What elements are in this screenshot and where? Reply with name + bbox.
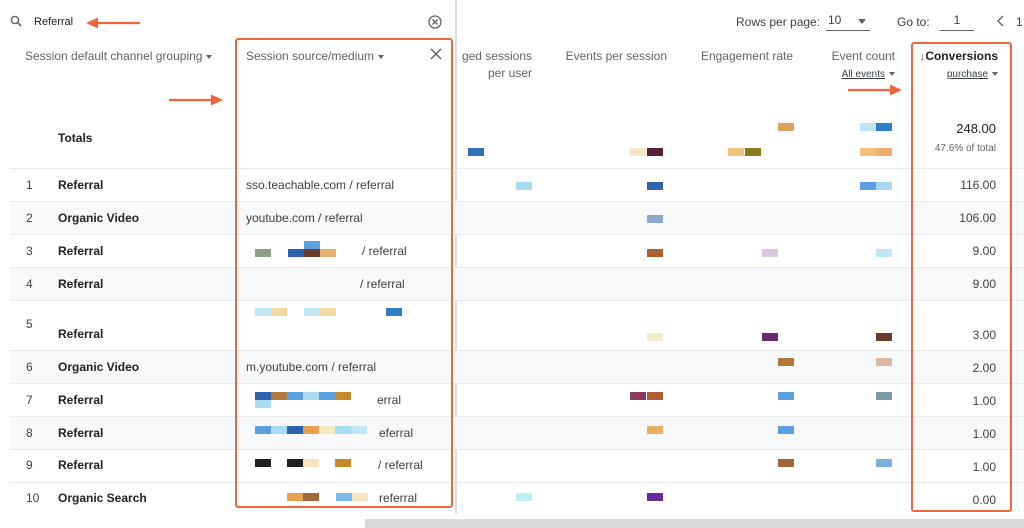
arrow-icon (86, 17, 140, 29)
chevron-down-icon (858, 19, 866, 24)
pixel (647, 333, 663, 341)
rows-per-page-value: 10 (828, 13, 842, 27)
header-engaged-line1: ged sessions (461, 49, 532, 63)
pixel (876, 123, 892, 131)
row-channel: Referral (58, 244, 104, 258)
totals-label: Totals (58, 131, 93, 145)
row-rank: 1 (26, 178, 33, 192)
header-event-count[interactable]: Event count All events (810, 48, 895, 83)
search-input[interactable]: Referral (34, 16, 73, 28)
pixel (762, 333, 778, 341)
row-channel: Referral (58, 178, 104, 192)
chevron-left-icon[interactable] (996, 14, 1006, 28)
pixel (630, 392, 646, 400)
pixel (468, 148, 484, 156)
pixel (647, 392, 663, 400)
rows-per-page-select[interactable]: 10 (826, 13, 870, 31)
page-number: 1 (1016, 15, 1023, 29)
row-channel: Referral (58, 327, 104, 341)
annotation-box-conversions (911, 42, 1012, 512)
arrow-icon (169, 94, 223, 106)
table-row[interactable]: 5 Referral 3.00 (10, 300, 1024, 350)
search-icon (10, 15, 22, 27)
pixel (647, 493, 663, 501)
pixel (630, 148, 646, 156)
pixel (778, 459, 794, 467)
pixel (778, 426, 794, 434)
table-row[interactable]: 2 Organic Video youtube.com / referral 1… (10, 201, 1024, 234)
horizontal-scrollbar[interactable] (365, 519, 1024, 528)
rows-per-page-label: Rows per page: (736, 15, 821, 29)
pixel (876, 249, 892, 257)
pixel (876, 392, 892, 400)
pixel (745, 148, 761, 156)
pixel (876, 333, 892, 341)
row-channel: Referral (58, 426, 104, 440)
pixel (647, 426, 663, 434)
pixel (647, 215, 663, 223)
row-channel: Referral (58, 277, 104, 291)
chevron-down-icon (889, 71, 895, 76)
table-row[interactable]: 3 Referral / referral 9.00 (10, 234, 1024, 267)
pixel (516, 182, 532, 190)
row-rank: 7 (26, 393, 33, 407)
row-rank: 2 (26, 211, 33, 225)
row-channel: Organic Video (58, 360, 140, 374)
row-rank: 9 (26, 458, 33, 472)
pixel (860, 182, 876, 190)
table-row[interactable]: 8 Referral eferral 1.00 (10, 416, 1024, 449)
pixel (647, 148, 663, 156)
row-rank: 8 (26, 426, 33, 440)
row-rank: 5 (26, 317, 33, 331)
pixel (778, 123, 794, 131)
pixel (876, 358, 892, 366)
table-row[interactable]: 4 Referral / referral 9.00 (10, 267, 1024, 300)
pixel (876, 459, 892, 467)
row-rank: 4 (26, 277, 33, 291)
pixel (647, 182, 663, 190)
goto-label: Go to: (897, 15, 930, 29)
pixel (762, 249, 778, 257)
clear-icon[interactable] (428, 15, 442, 29)
table-row[interactable]: 7 Referral erral 1.00 (10, 383, 1024, 416)
chevron-down-icon (206, 54, 213, 59)
event-count-filter[interactable]: All events (842, 69, 885, 80)
header-engaged-sessions[interactable]: ged sessions per user (440, 48, 532, 82)
arrow-icon (848, 84, 902, 96)
header-channel[interactable]: Session default channel grouping (25, 48, 213, 65)
header-event-count-label: Event count (831, 49, 895, 63)
row-rank: 3 (26, 244, 33, 258)
pixel (860, 123, 876, 131)
header-engaged-line2: per user (487, 66, 532, 80)
table-row[interactable]: 9 Referral / referral 1.00 (10, 449, 1024, 482)
pixel (778, 392, 794, 400)
table-toolbar: Referral Rows per page: 10 Go to: 1 1 (0, 0, 1024, 40)
header-events-per-session[interactable]: Events per session (550, 48, 667, 65)
row-channel: Referral (58, 458, 104, 472)
header-channel-label: Session default channel grouping (25, 49, 203, 63)
goto-page-input[interactable]: 1 (940, 13, 974, 31)
row-rank: 10 (26, 491, 40, 505)
pixel (876, 182, 892, 190)
row-channel: Referral (58, 393, 104, 407)
annotation-box-source (235, 38, 453, 508)
pixel (778, 358, 794, 366)
header-engagement-rate[interactable]: Engagement rate (684, 48, 793, 65)
pixel (876, 148, 892, 156)
row-channel: Organic Search (58, 491, 147, 505)
pixel (647, 249, 663, 257)
pixel (516, 493, 532, 501)
pixel (728, 148, 744, 156)
row-channel: Organic Video (58, 211, 140, 225)
table-row[interactable]: 6 Organic Video m.youtube.com / referral… (10, 350, 1024, 383)
pixel (860, 148, 876, 156)
row-rank: 6 (26, 360, 33, 374)
